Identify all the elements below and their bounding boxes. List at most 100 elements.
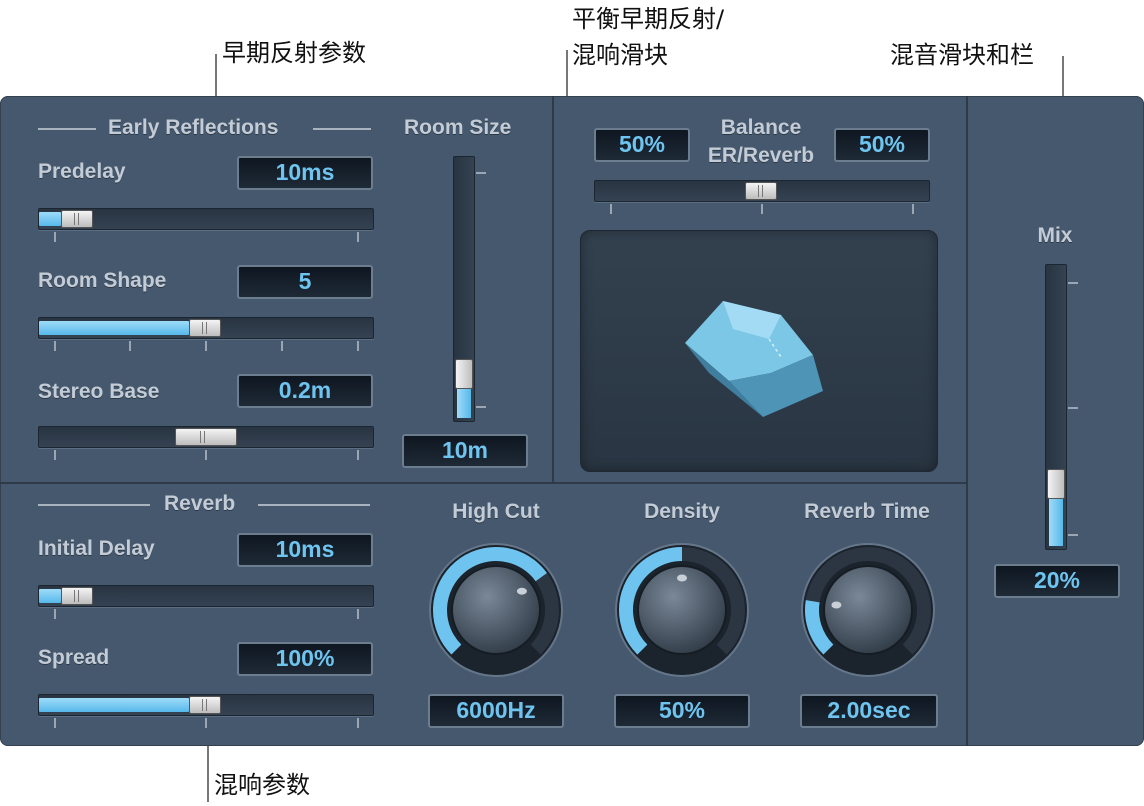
slider-tick bbox=[761, 204, 763, 214]
slider-tick bbox=[357, 450, 359, 460]
early-reflections-params-callout: 早期反射参数 bbox=[222, 39, 366, 67]
room-shape-slider-thumb[interactable] bbox=[189, 319, 221, 337]
section-line bbox=[258, 504, 370, 506]
density-value-field[interactable]: 50% bbox=[614, 694, 750, 728]
slider-tick bbox=[1068, 407, 1078, 409]
high-cut-label: High Cut bbox=[452, 500, 540, 523]
reverb-params-callout: 混响参数 bbox=[214, 771, 310, 799]
predelay-slider-thumb[interactable] bbox=[61, 210, 93, 228]
mix-slider-fill bbox=[1049, 498, 1063, 546]
density-knob[interactable] bbox=[614, 542, 750, 678]
divider bbox=[552, 96, 554, 484]
slider-tick bbox=[281, 341, 283, 351]
mix-value-field[interactable]: 20% bbox=[994, 564, 1120, 598]
reverb-time-label: Reverb Time bbox=[804, 500, 930, 523]
room-shape-value-field[interactable]: 5 bbox=[237, 265, 373, 299]
reverb-time-knob-graphic bbox=[801, 543, 935, 677]
slider-tick bbox=[54, 232, 56, 242]
predelay-value-field[interactable]: 10ms bbox=[237, 156, 373, 190]
slider-tick bbox=[205, 341, 207, 351]
stereo-base-slider[interactable] bbox=[38, 426, 374, 448]
slider-tick bbox=[205, 450, 207, 460]
spread-label: Spread bbox=[38, 646, 110, 669]
density-label: Density bbox=[644, 500, 720, 523]
callout-line bbox=[207, 744, 209, 802]
initial-delay-slider[interactable] bbox=[38, 585, 374, 607]
knob-indicator bbox=[831, 601, 842, 609]
slider-tick bbox=[1068, 282, 1078, 284]
balance-slider-thumb[interactable] bbox=[745, 182, 777, 200]
knob-indicator bbox=[677, 574, 687, 582]
slider-tick bbox=[54, 450, 56, 460]
room-size-slider-thumb[interactable] bbox=[455, 359, 473, 389]
mix-slider-thumb[interactable] bbox=[1047, 469, 1065, 499]
high-cut-value-field[interactable]: 6000Hz bbox=[428, 694, 564, 728]
initial-delay-slider-fill bbox=[39, 589, 61, 603]
balance-reverb-value-field[interactable]: 50% bbox=[834, 128, 930, 162]
predelay-slider-fill bbox=[39, 212, 61, 226]
mix-slider[interactable] bbox=[1045, 264, 1067, 550]
initial-delay-slider-thumb[interactable] bbox=[61, 587, 93, 605]
callout-line bbox=[1062, 56, 1064, 98]
slider-tick bbox=[54, 718, 56, 728]
slider-tick bbox=[610, 204, 612, 214]
density-knob-graphic bbox=[615, 543, 749, 677]
balance-sublabel: ER/Reverb bbox=[707, 144, 815, 167]
room-shape-3d-model bbox=[685, 301, 823, 417]
section-line bbox=[313, 128, 371, 130]
room-shape-display bbox=[580, 230, 938, 472]
slider-tick bbox=[1068, 534, 1078, 536]
balance-er-reverb-slider[interactable] bbox=[594, 180, 930, 202]
slider-tick bbox=[205, 718, 207, 728]
balance-er-value-field[interactable]: 50% bbox=[594, 128, 690, 162]
slider-tick bbox=[54, 609, 56, 619]
divider bbox=[966, 96, 968, 746]
balance-label: Balance bbox=[720, 116, 802, 139]
stereo-base-slider-thumb[interactable] bbox=[175, 428, 237, 446]
callout-line bbox=[215, 54, 217, 98]
mix-slider-callout: 混音滑块和栏 bbox=[890, 41, 1034, 69]
slider-tick bbox=[129, 341, 131, 351]
reverb-time-value-field[interactable]: 2.00sec bbox=[800, 694, 938, 728]
early-reflections-title: Early Reflections bbox=[108, 116, 279, 139]
knob-body bbox=[451, 565, 541, 655]
room-shape-slider-fill bbox=[39, 321, 189, 335]
slider-tick bbox=[357, 232, 359, 242]
slider-tick bbox=[54, 341, 56, 351]
slider-tick bbox=[357, 718, 359, 728]
stereo-base-label: Stereo Base bbox=[38, 380, 160, 403]
slider-tick bbox=[476, 406, 486, 408]
mix-label: Mix bbox=[1037, 224, 1073, 247]
knob-body bbox=[823, 565, 913, 655]
high-cut-knob[interactable] bbox=[428, 542, 564, 678]
spread-slider-fill bbox=[39, 698, 189, 712]
reverb-time-knob[interactable] bbox=[800, 542, 936, 678]
room-size-value-field[interactable]: 10m bbox=[402, 434, 528, 468]
slider-tick bbox=[357, 341, 359, 351]
high-cut-knob-graphic bbox=[429, 543, 563, 677]
enverb-plugin-panel: Early Reflections Predelay 10ms Room Sha… bbox=[0, 96, 1144, 746]
section-line bbox=[38, 128, 96, 130]
room-size-slider-fill bbox=[457, 388, 471, 418]
section-line bbox=[38, 504, 150, 506]
room-size-slider[interactable] bbox=[453, 156, 475, 422]
balance-slider-callout-line2: 混响滑块 bbox=[572, 41, 668, 69]
predelay-slider[interactable] bbox=[38, 208, 374, 230]
spread-slider[interactable] bbox=[38, 694, 374, 716]
divider bbox=[0, 482, 968, 484]
initial-delay-value-field[interactable]: 10ms bbox=[237, 533, 373, 567]
slider-tick bbox=[912, 204, 914, 214]
slider-tick bbox=[476, 172, 486, 174]
stereo-base-value-field[interactable]: 0.2m bbox=[237, 374, 373, 408]
slider-tick bbox=[357, 609, 359, 619]
initial-delay-label: Initial Delay bbox=[38, 537, 155, 560]
balance-slider-callout-line1: 平衡早期反射/ bbox=[572, 5, 725, 33]
room-shape-label: Room Shape bbox=[38, 269, 167, 292]
predelay-label: Predelay bbox=[38, 160, 126, 183]
spread-value-field[interactable]: 100% bbox=[237, 642, 373, 676]
spread-slider-thumb[interactable] bbox=[189, 696, 221, 714]
room-shape-slider[interactable] bbox=[38, 317, 374, 339]
knob-indicator bbox=[516, 587, 527, 595]
reverb-title: Reverb bbox=[164, 492, 236, 515]
room-size-label: Room Size bbox=[404, 116, 512, 139]
